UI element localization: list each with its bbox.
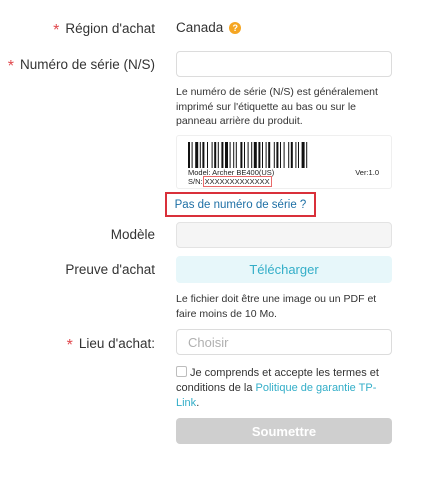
serial-hint: Le numéro de série (N/S) est généralemen… <box>176 86 378 127</box>
model-input[interactable] <box>176 222 392 248</box>
required-mark: * <box>7 58 14 75</box>
barcode-image <box>188 142 308 168</box>
model-label: Modèle <box>110 227 155 242</box>
upload-button[interactable]: Télécharger <box>176 256 392 283</box>
place-select[interactable] <box>176 329 392 355</box>
region-label: * Région d'achat <box>53 21 155 39</box>
required-mark: * <box>66 337 73 354</box>
region-value: Canada ? <box>176 20 242 35</box>
question-circle-icon[interactable]: ? <box>229 21 242 34</box>
proof-label: Preuve d'achat <box>65 262 155 277</box>
barcode-version-text: Ver:1.0 <box>355 168 379 177</box>
terms-agreement: Je comprends et accepte les termes et co… <box>176 366 379 409</box>
serial-number-input[interactable] <box>176 51 392 77</box>
barcode-sn-text: S/N: XXXXXXXXXXXXX <box>188 176 272 187</box>
serial-label-example: Model: Archer BE400(US) Ver:1.0 S/N: XXXX… <box>176 135 392 189</box>
required-mark: * <box>53 22 60 39</box>
terms-checkbox[interactable] <box>176 366 187 377</box>
submit-button[interactable]: Soumettre <box>176 418 392 444</box>
place-label: * Lieu d'achat: <box>66 336 155 354</box>
serial-label: * Numéro de série (N/S) <box>7 57 155 75</box>
no-serial-link[interactable]: Pas de numéro de série ? <box>165 192 316 217</box>
sn-highlight: XXXXXXXXXXXXX <box>202 176 272 187</box>
proof-hint: Le fichier doit être une image ou un PDF… <box>176 293 377 320</box>
